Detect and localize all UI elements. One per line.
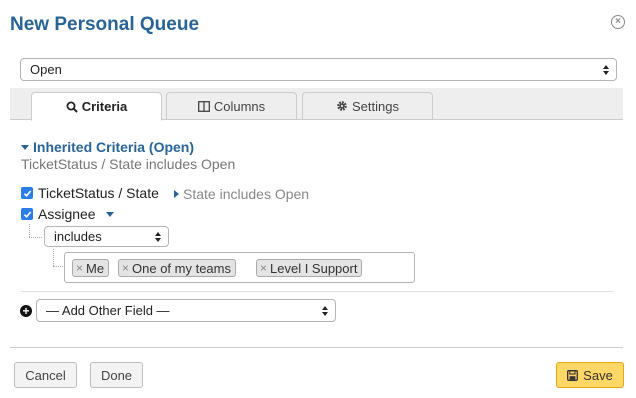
tag-label: Level I Support — [270, 260, 358, 276]
inherited-criteria-toggle[interactable]: Inherited Criteria (Open) — [21, 139, 194, 155]
plus-circle-icon[interactable]: + — [20, 305, 32, 317]
select-caret-icon — [322, 305, 328, 316]
ticket-status-condition-text: State includes Open — [183, 186, 310, 202]
search-icon — [66, 101, 78, 113]
add-other-field-select[interactable]: — Add Other Field — — [36, 299, 336, 322]
assignee-caret-down-icon[interactable] — [106, 212, 114, 217]
queue-select[interactable]: Open — [20, 58, 617, 81]
inherited-criteria-heading: Inherited Criteria (Open) — [33, 139, 195, 155]
tag-label: Me — [86, 260, 105, 276]
gear-icon — [337, 101, 347, 111]
assignee-operator-value: includes — [54, 229, 102, 244]
done-button[interactable]: Done — [90, 362, 143, 388]
add-other-field-value: — Add Other Field — — [46, 303, 170, 318]
close-icon[interactable]: × — [611, 15, 625, 29]
remove-tag-icon[interactable]: × — [76, 261, 83, 275]
assignee-checkbox[interactable] — [21, 208, 33, 220]
tag-level-i-support: × Level I Support — [256, 259, 363, 277]
assignee-label: Assignee — [38, 206, 96, 222]
tab-columns-label: Columns — [213, 98, 266, 114]
dialog-title: New Personal Queue — [10, 14, 200, 35]
tag-me: × Me — [72, 259, 110, 277]
queue-select-value: Open — [30, 62, 62, 77]
divider — [21, 291, 613, 292]
ticket-status-label: TicketStatus / State — [38, 185, 159, 201]
remove-tag-icon[interactable]: × — [122, 261, 129, 275]
check-icon — [23, 189, 31, 197]
caret-right-icon — [174, 190, 179, 198]
caret-down-icon — [21, 144, 29, 150]
tab-criteria[interactable]: Criteria — [31, 92, 162, 121]
footer-divider — [10, 347, 623, 348]
ticket-status-condition[interactable]: State includes Open — [174, 186, 309, 202]
tab-settings-label: Settings — [352, 98, 399, 114]
columns-icon — [197, 100, 210, 112]
tag-label: One of my teams — [132, 260, 231, 276]
tab-settings[interactable]: Settings — [302, 92, 433, 120]
select-caret-icon — [603, 64, 609, 75]
assignee-values-input[interactable] — [64, 252, 415, 283]
tab-criteria-label: Criteria — [81, 99, 128, 114]
save-button-label: Save — [583, 367, 613, 383]
tab-columns[interactable]: Columns — [166, 92, 297, 120]
inherited-criteria-summary: TicketStatus / State includes Open — [21, 156, 236, 172]
select-caret-icon — [155, 231, 161, 242]
tree-line — [29, 237, 42, 238]
save-button[interactable]: Save — [556, 362, 624, 388]
cancel-button[interactable]: Cancel — [14, 362, 77, 388]
tag-one-of-my-teams: × One of my teams — [118, 259, 236, 277]
remove-tag-icon[interactable]: × — [260, 261, 267, 275]
tree-line — [53, 266, 63, 267]
assignee-operator-select[interactable]: includes — [44, 226, 169, 247]
tree-line — [53, 249, 54, 266]
check-icon — [23, 210, 31, 218]
ticket-status-checkbox[interactable] — [21, 187, 33, 199]
save-icon — [567, 369, 579, 381]
tree-line — [29, 224, 30, 237]
